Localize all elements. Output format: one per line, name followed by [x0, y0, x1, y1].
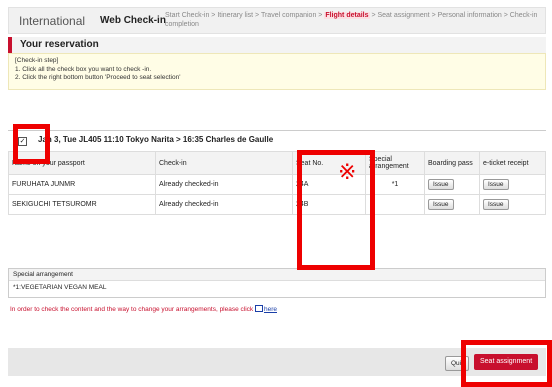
issue-eticket-button[interactable]: Issue	[483, 199, 509, 210]
issue-boarding-pass-button[interactable]: Issue	[428, 179, 454, 190]
passenger-name: FURUHATA JUNMR	[8, 174, 156, 195]
special-arrangement-title: Special arrangement	[9, 269, 545, 281]
step-breadcrumb: Start Check-in > Itinerary list > Travel…	[165, 11, 545, 29]
flight-row: Jan 3, Tue JL405 11:10 Tokyo Narita > 16…	[8, 130, 546, 147]
flight-summary: Jan 3, Tue JL405 11:10 Tokyo Narita > 16…	[38, 135, 274, 144]
external-link-icon	[254, 305, 263, 312]
step-2-text: 2. Click the right bottom button 'Procee…	[15, 74, 181, 81]
eticket-cell: Issue	[479, 174, 546, 195]
table-header-row: Name on your passport Check-in Seat No. …	[8, 151, 546, 175]
col-eticket: e-ticket receipt	[479, 151, 546, 175]
issue-boarding-pass-button[interactable]: Issue	[428, 199, 454, 210]
web-checkin-title: Web Check-in	[100, 15, 166, 26]
reservation-title: Your reservation	[8, 37, 546, 53]
boarding-pass-cell: Issue	[424, 194, 480, 215]
col-checkin: Check-in	[155, 151, 293, 175]
special-arrangement-value: *1:VEGETARIAN VEGAN MEAL	[13, 284, 107, 291]
col-boarding: Boarding pass	[424, 151, 480, 175]
seat-assignment-highlight-box	[461, 340, 552, 387]
eticket-cell: Issue	[479, 194, 546, 215]
passenger-name: SEKIGUCHI TETSUROMR	[8, 194, 156, 215]
breadcrumb-current-step: Flight details	[324, 12, 370, 19]
seat-column-highlight-box	[297, 150, 375, 270]
here-link[interactable]: here	[264, 306, 277, 313]
checkin-status: Already checked-in	[155, 174, 293, 195]
note-text: In order to check the content and the wa…	[10, 306, 255, 313]
arrangement-note: In order to check the content and the wa…	[10, 305, 277, 313]
boarding-pass-cell: Issue	[424, 174, 480, 195]
table-row: FURUHATA JUNMR Already checked-in 24A *1…	[8, 174, 546, 195]
breadcrumb-before: Start Check-in > Itinerary list > Travel…	[165, 12, 325, 19]
passenger-table: Name on your passport Check-in Seat No. …	[8, 151, 546, 215]
checkin-steps-box: [Check-in step] 1. Click all the check b…	[8, 53, 546, 90]
international-label: International	[19, 14, 86, 28]
issue-eticket-button[interactable]: Issue	[483, 179, 509, 190]
reference-mark: ※	[338, 159, 357, 184]
step-1-text: 1. Click all the check box you want to c…	[15, 65, 152, 73]
checkin-status: Already checked-in	[155, 194, 293, 215]
special-arrangement-box: Special arrangement *1:VEGETARIAN VEGAN …	[8, 268, 546, 298]
steps-heading: [Check-in step]	[15, 57, 59, 64]
checkin-header: International Web Check-in Start Check-i…	[8, 7, 546, 34]
checkbox-highlight-box	[13, 124, 50, 164]
table-row: SEKIGUCHI TETSUROMR Already checked-in 2…	[8, 194, 546, 215]
